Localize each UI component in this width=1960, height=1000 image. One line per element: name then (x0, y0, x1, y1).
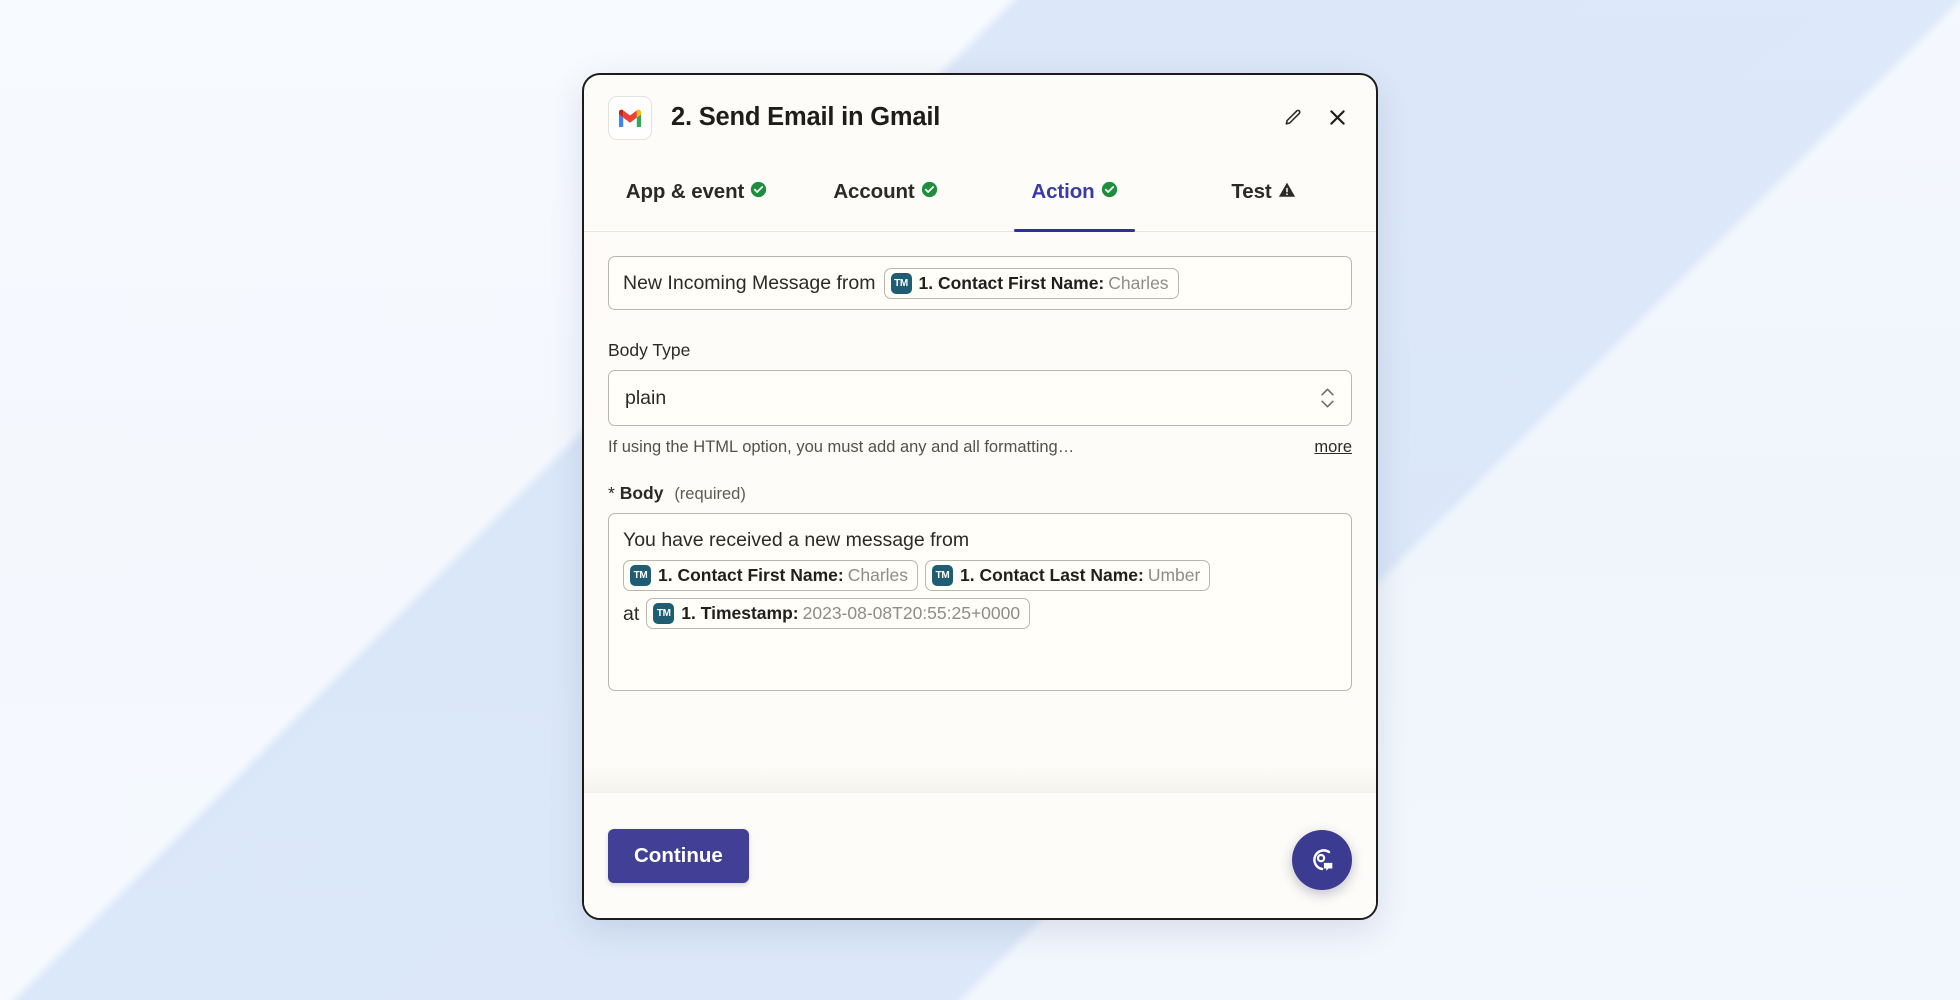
token-contact-first-name[interactable]: TM 1. Contact First Name: Charles (623, 560, 919, 592)
body-line-3: at TM 1. Timestamp: 2023-08-08T20:55:25+… (623, 598, 1031, 630)
scroll-fade (584, 767, 1376, 793)
token-contact-first-name[interactable]: TM 1. Contact First Name: Charles (883, 267, 1179, 299)
page-title: 2. Send Email in Gmail (671, 103, 941, 131)
token-key: 1. Contact First Name: (658, 565, 844, 586)
body-type-label: Body Type (608, 340, 691, 360)
token-timestamp[interactable]: TM 1. Timestamp: 2023-08-08T20:55:25+000… (646, 598, 1031, 630)
body-type-value: plain (625, 386, 667, 409)
check-circle-icon (1101, 181, 1118, 198)
body-type-helper-text: If using the HTML option, you must add a… (608, 438, 1075, 456)
body-intro-text: You have received a new message from (623, 529, 970, 551)
token-value: Charles (847, 565, 909, 586)
tab-label: App & event (625, 180, 745, 203)
token-app-icon: TM (932, 565, 954, 587)
token-value: Charles (1108, 272, 1169, 293)
token-app-icon: TM (630, 565, 651, 587)
tab-label: Test (1231, 180, 1272, 203)
continue-button[interactable]: Continue (608, 828, 749, 883)
card-header: 2. Send Email in Gmail (584, 75, 1376, 160)
body-type-select[interactable]: plain (608, 370, 1352, 426)
tab-action[interactable]: Action (980, 160, 1169, 232)
required-asterisk: * (608, 483, 615, 503)
body-at-text: at (623, 602, 640, 625)
body-label-text: Body (619, 483, 664, 503)
card-footer: Continue (584, 793, 1376, 918)
tab-account[interactable]: Account (791, 160, 980, 231)
body-textarea[interactable]: You have received a new message from TM … (608, 513, 1352, 691)
gmail-icon (608, 95, 652, 140)
token-value: Umber (1147, 565, 1201, 586)
token-app-icon: TM (653, 603, 675, 625)
token-contact-last-name[interactable]: TM 1. Contact Last Name: Umber (925, 560, 1211, 592)
body-line-2: TM 1. Contact First Name: Charles TM 1. … (623, 560, 1211, 592)
body-type-helper-row: If using the HTML option, you must add a… (608, 438, 1352, 457)
step-card: 2. Send Email in Gmail App & event Accou… (582, 73, 1378, 920)
tab-label: Account (833, 180, 915, 203)
check-circle-icon (750, 181, 767, 198)
body-required-note: (required) (674, 485, 746, 503)
token-value: 2023-08-08T20:55:25+0000 (802, 603, 1021, 624)
more-link[interactable]: more (1314, 438, 1352, 457)
subject-input[interactable]: New Incoming Message from TM 1. Contact … (608, 256, 1352, 310)
token-key: 1. Timestamp: (681, 603, 799, 624)
tab-label: Action (1031, 180, 1095, 203)
support-chat-icon[interactable] (1292, 830, 1352, 890)
tab-app-and-event[interactable]: App & event (602, 160, 791, 231)
token-app-icon: TM (890, 272, 912, 294)
token-key: 1. Contact First Name: (918, 272, 1105, 293)
subject-prefix-text: New Incoming Message from (623, 271, 876, 294)
tab-test[interactable]: Test (1169, 160, 1358, 231)
check-circle-icon (921, 181, 938, 198)
pencil-icon[interactable] (1276, 101, 1310, 135)
token-key: 1. Contact Last Name: (960, 565, 1144, 586)
action-form: New Incoming Message from TM 1. Contact … (584, 232, 1376, 793)
warning-triangle-icon (1278, 181, 1296, 198)
body-line-1: You have received a new message from (623, 527, 969, 553)
step-tabs: App & event Account Action Test (584, 160, 1376, 232)
close-icon[interactable] (1320, 101, 1354, 135)
chevron-up-down-icon (1320, 388, 1335, 409)
body-label: * Body (required) (608, 483, 1352, 504)
